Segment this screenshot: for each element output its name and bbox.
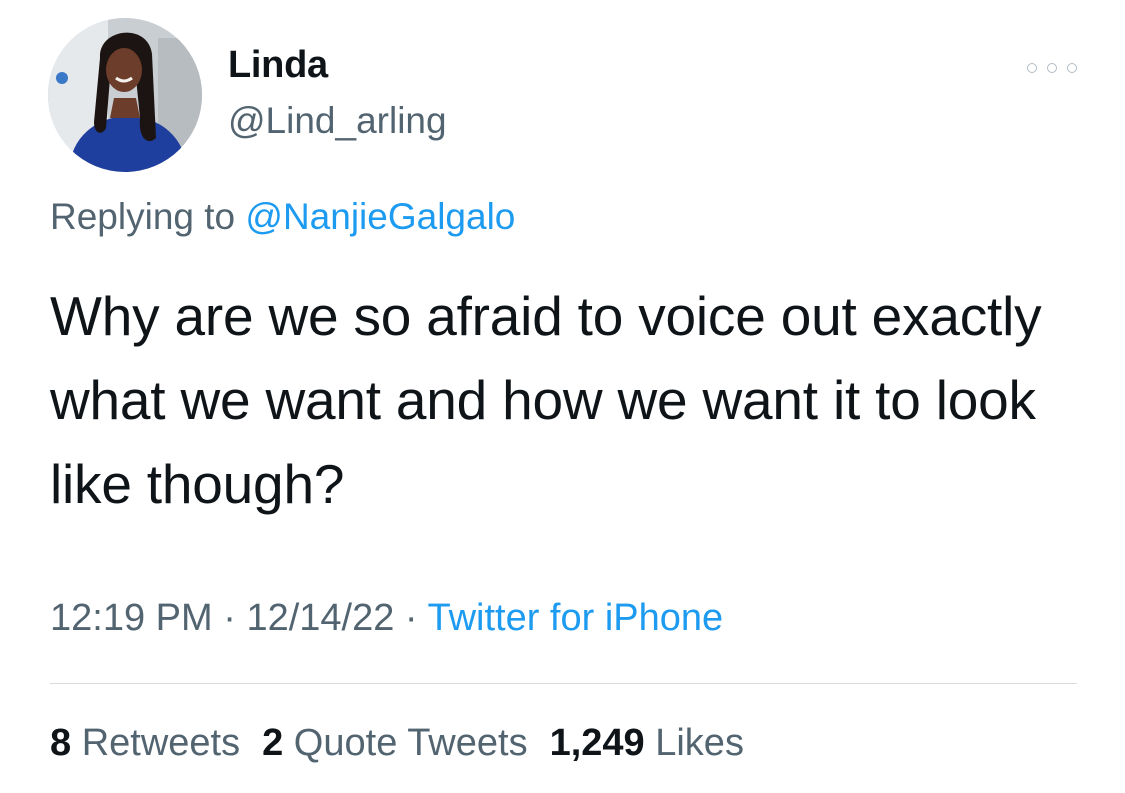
- retweets-stat[interactable]: 8 Retweets: [50, 722, 240, 764]
- tweet-detail: Linda @Lind_arling Replying to @NanjieGa…: [0, 0, 1125, 793]
- retweets-label: Retweets: [71, 722, 241, 764]
- replying-prefix: Replying to: [50, 196, 246, 237]
- avatar-image: [48, 18, 202, 172]
- replying-to: Replying to @NanjieGalgalo: [50, 196, 515, 238]
- divider: [50, 683, 1077, 684]
- likes-label: Likes: [644, 722, 744, 764]
- quote-tweets-label: Quote Tweets: [283, 722, 528, 764]
- likes-count: 1,249: [549, 722, 645, 764]
- tweet-meta: 12:19 PM · 12/14/22 · Twitter for iPhone: [50, 597, 723, 640]
- dot: [1027, 63, 1037, 73]
- tweet-time[interactable]: 12:19 PM: [50, 597, 213, 639]
- tweet-source-link[interactable]: Twitter for iPhone: [427, 597, 723, 639]
- tweet-text: Why are we so afraid to voice out exactl…: [50, 285, 1042, 515]
- avatar[interactable]: [48, 18, 202, 172]
- meta-separator: ·: [394, 597, 428, 639]
- tweet-date[interactable]: 12/14/22: [246, 597, 394, 639]
- meta-separator: ·: [212, 597, 247, 639]
- retweets-count: 8: [50, 722, 72, 764]
- author-handle[interactable]: @Lind_arling: [228, 100, 447, 142]
- dot: [1067, 63, 1077, 73]
- reply-mention-link[interactable]: @NanjieGalgalo: [245, 196, 515, 237]
- likes-stat[interactable]: 1,249 Likes: [550, 722, 744, 764]
- dot: [1047, 63, 1057, 73]
- author-name[interactable]: Linda: [228, 44, 328, 87]
- tweet-stats: 8 Retweets 2 Quote Tweets 1,249 Likes: [50, 722, 766, 765]
- more-horizontal-icon[interactable]: [1027, 56, 1077, 80]
- quote-tweets-stat[interactable]: 2 Quote Tweets: [262, 722, 527, 764]
- quote-tweets-count: 2: [262, 722, 284, 764]
